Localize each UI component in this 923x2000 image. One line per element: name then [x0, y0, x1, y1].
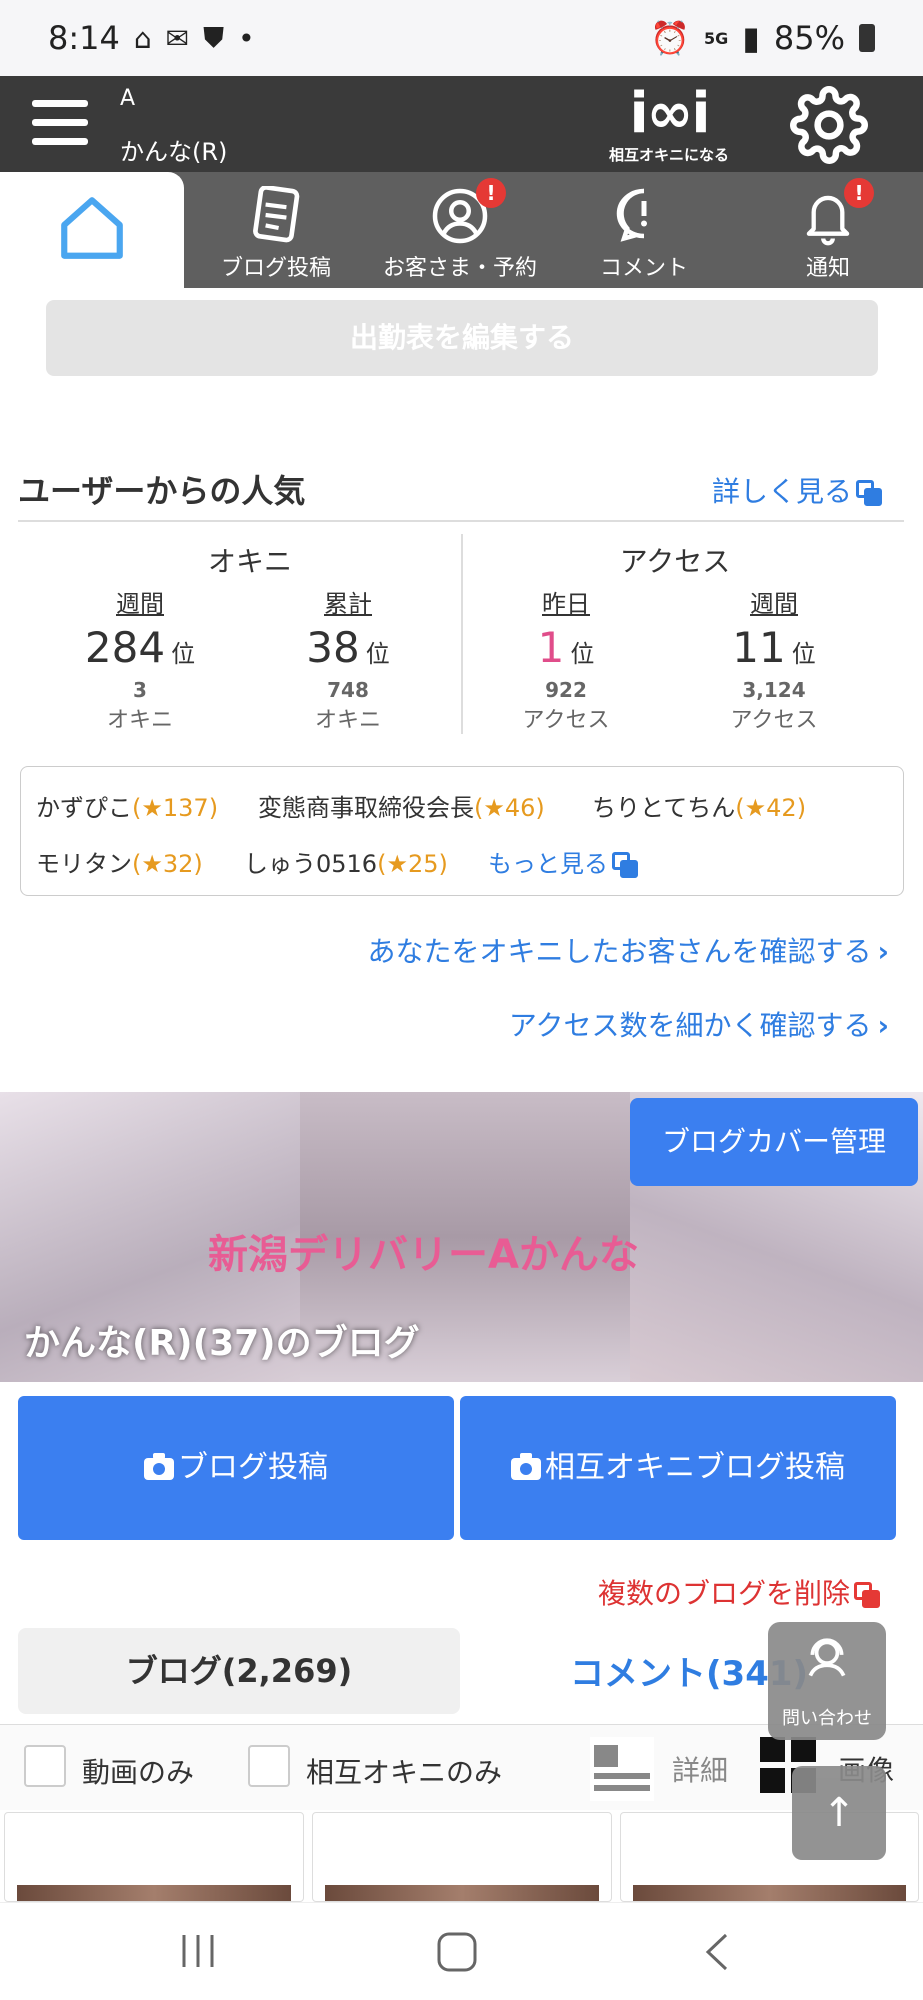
blog-thumbnail[interactable] [4, 1812, 304, 1902]
fan-item[interactable]: かずぴこ(★137) [36, 788, 218, 823]
logo-mark: i∞i [629, 81, 710, 146]
fan-item[interactable]: 変態商事取締役会長(★46) [258, 788, 545, 823]
home-nav-icon[interactable] [436, 1931, 478, 1973]
notification-alert-badge: ! [844, 178, 874, 208]
tab-customers[interactable]: ! お客さま・予約 [368, 172, 552, 288]
contact-button[interactable]: 問い合わせ [768, 1622, 886, 1740]
check-okini-customers-link[interactable]: あなたをオキニしたお客さんを確認する › [367, 930, 889, 970]
external-link-icon [612, 852, 638, 878]
tab-blog-list[interactable]: ブログ(2,269) [18, 1628, 460, 1714]
app-logo[interactable]: i∞i 相互オキニになる [596, 84, 742, 168]
list-view-icon[interactable] [590, 1737, 654, 1801]
access-weekly-stat[interactable]: 週間 11 位 3,124 アクセス [674, 584, 874, 734]
alarm-icon: ⏰ [650, 19, 690, 57]
okini-total-stat[interactable]: 累計 38 位 748 オキニ [248, 584, 448, 734]
gear-icon[interactable] [790, 86, 868, 164]
dot-status-icon: • [238, 21, 255, 55]
shield-status-icon: ⛊ [203, 21, 225, 54]
status-bar: 8:14 ⌂ ✉ ⛊ • ⏰ 5G ▮ 85% [0, 0, 923, 76]
network-label: 5G [704, 28, 729, 48]
delete-multiple-blogs-link[interactable]: 複数のブログを削除 [598, 1572, 881, 1612]
chevron-right-icon: › [877, 935, 889, 968]
signal-icon: ▮ [742, 19, 760, 57]
edit-schedule-button[interactable]: 出勤表を編集する [46, 300, 878, 376]
battery-percent: 85% [773, 19, 845, 57]
tab-customers-label: お客さま・予約 [382, 256, 537, 281]
clock: 8:14 [48, 19, 120, 57]
access-yesterday-rank: 1 [537, 623, 565, 672]
tab-notifications-label: 通知 [805, 256, 850, 281]
okini-column-title: オキニ [207, 545, 292, 578]
chevron-right-icon: › [877, 1009, 889, 1042]
account-name: かんな(R) [120, 138, 228, 166]
access-column-title: アクセス [619, 545, 731, 578]
tab-comment[interactable]: コメント [552, 172, 736, 288]
access-yesterday-stat[interactable]: 昨日 1位 922 アクセス [466, 584, 666, 734]
fan-item[interactable]: しゅう0516(★25) [244, 844, 448, 879]
blog-thumbnail[interactable] [312, 1812, 612, 1902]
blog-thumbnail-row [0, 1812, 923, 1902]
main-tab-bar: ブログ投稿 ! お客さま・予約 コメント ! 通知 [0, 172, 923, 288]
popularity-detail-link[interactable]: 詳しく見る [712, 470, 883, 510]
fan-item[interactable]: ちりとてちん(★42) [592, 788, 806, 823]
divider [18, 520, 904, 522]
home-icon [61, 197, 123, 259]
external-link-icon [854, 1582, 881, 1608]
home-status-icon: ⌂ [133, 21, 152, 55]
okini-weekly-stat[interactable]: 週間 284 位 3 オキニ [40, 584, 240, 734]
comment-icon [616, 188, 647, 242]
battery-icon [859, 24, 875, 52]
logo-subtitle: 相互オキニになる [608, 146, 729, 164]
fan-item[interactable]: モリタン(★32) [36, 844, 203, 879]
more-fans-link[interactable]: もっと見る [488, 844, 638, 879]
banner-overlay-text: 新潟デリバリーAかんな [208, 1232, 639, 1278]
app-header: A かんな(R) i∞i 相互オキニになる [0, 76, 923, 172]
blog-cover-manage-button[interactable]: ブログカバー管理 [630, 1098, 918, 1186]
video-only-checkbox[interactable] [24, 1745, 66, 1787]
tab-comment-label: コメント [599, 256, 688, 281]
camera-icon [144, 1452, 174, 1480]
back-icon[interactable] [702, 1931, 732, 1973]
scroll-to-top-button[interactable]: ↑ [792, 1766, 886, 1860]
tab-blog-post-label: ブログ投稿 [220, 256, 331, 281]
mutual-only-checkbox[interactable] [248, 1745, 290, 1787]
check-access-link[interactable]: アクセス数を細かく確認する › [509, 1004, 889, 1044]
column-divider [461, 534, 463, 734]
mail-status-icon: ✉ [165, 21, 190, 55]
document-icon [253, 186, 300, 243]
tab-home[interactable] [0, 172, 184, 288]
external-link-icon [856, 480, 883, 506]
screen: 8:14 ⌂ ✉ ⛊ • ⏰ 5G ▮ 85% A かんな(R) i∞i 相互オ… [0, 0, 923, 2000]
system-navigation-bar [0, 1902, 923, 2000]
recent-apps-icon[interactable] [178, 1931, 218, 1971]
tab-blog-post[interactable]: ブログ投稿 [184, 172, 368, 288]
camera-icon [511, 1452, 541, 1480]
mutual-blog-post-button[interactable]: 相互オキニブログ投稿 [460, 1396, 896, 1540]
contact-label: 問い合わせ [782, 1708, 872, 1729]
blog-post-button[interactable]: ブログ投稿 [18, 1396, 454, 1540]
account-initial: A [120, 86, 136, 111]
view-detail-label: 詳細 [672, 1754, 729, 1787]
arrow-up-icon: ↑ [822, 1790, 856, 1836]
customers-alert-badge: ! [476, 178, 506, 208]
mutual-only-label: 相互オキニのみ [306, 1756, 503, 1789]
tab-notifications[interactable]: ! 通知 [736, 172, 920, 288]
headset-icon [808, 1638, 846, 1677]
blog-name: かんな(R)(37)のブログ [24, 1323, 420, 1364]
video-only-label: 動画のみ [82, 1756, 195, 1789]
menu-icon[interactable] [32, 100, 88, 146]
popularity-title: ユーザーからの人気 [18, 472, 306, 510]
